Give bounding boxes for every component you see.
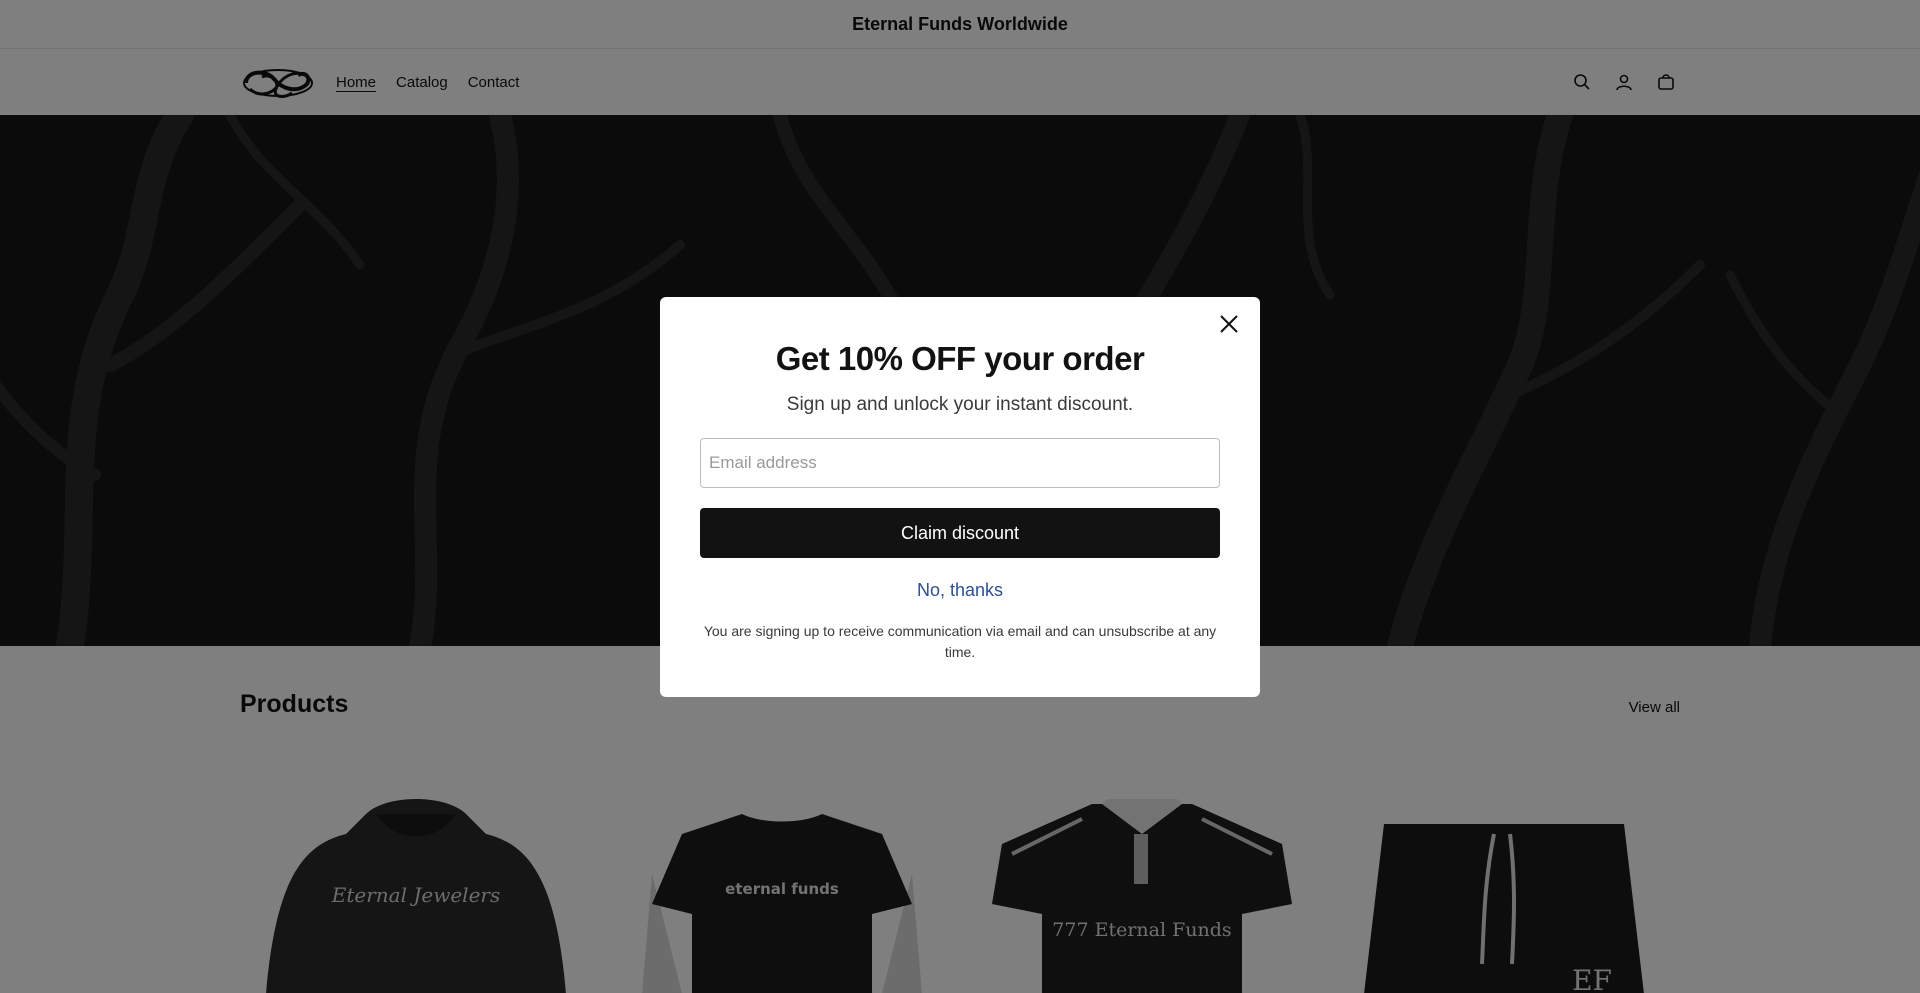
no-thanks-link[interactable]: No, thanks [917, 580, 1003, 601]
popup-disclaimer: You are signing up to receive communicat… [703, 623, 1217, 660]
popup-subtitle: Sign up and unlock your instant discount… [786, 394, 1134, 415]
email-field[interactable] [700, 438, 1220, 488]
discount-popup: Get 10% OFF your order Sign up and unloc… [660, 297, 1260, 697]
claim-discount-button[interactable]: Claim discount [700, 508, 1220, 558]
popup-title: Get 10% OFF your order [775, 340, 1145, 377]
close-icon[interactable] [1214, 309, 1244, 339]
